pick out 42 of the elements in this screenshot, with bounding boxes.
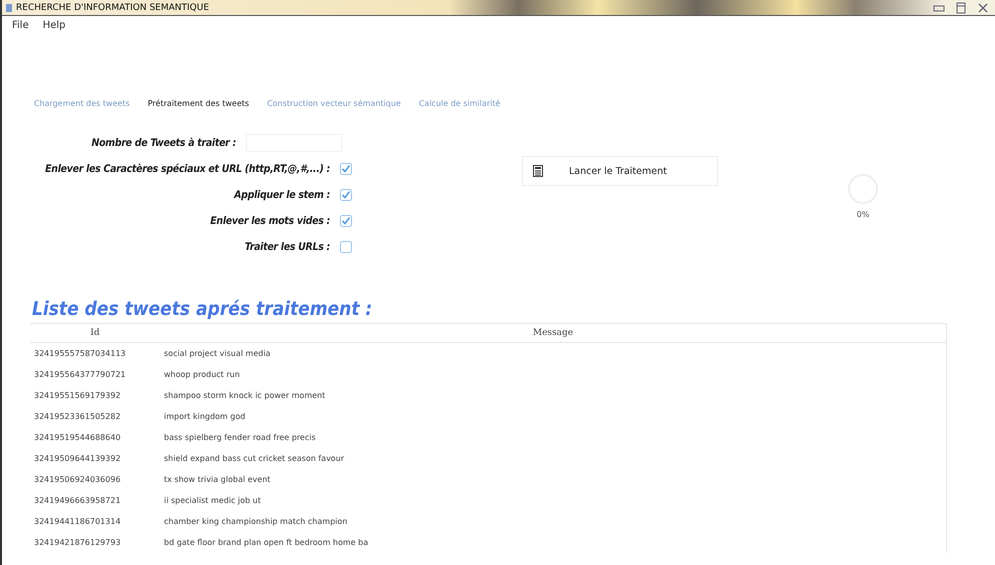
section-heading: Liste des tweets aprés traitement : [32,298,374,320]
maximize-icon[interactable] [955,2,967,14]
message-cell-text: bass spielberg fender road free precis [164,433,317,442]
menu-item[interactable]: Help [42,20,66,31]
id-cell-text: 32419496663958721 [33,496,122,505]
id-cell-text: 32419421876129793 [33,538,122,547]
message-cell-text: bd gate floor brand plan open ft bedroom home ba [164,538,370,547]
tab[interactable]: Prétraitement des tweets [148,99,250,108]
progress-reading: 0% [856,210,870,219]
checkbox[interactable] [340,189,352,201]
id-cell-text: 32419509644139392 [33,454,122,463]
id-cell-text: 324195564377790721 [33,370,127,379]
message-cell-text: chamber king championship match champion [164,517,348,526]
id-cell-text: 32419523361505282 [33,412,122,421]
id-cell-text: 32419506924036096 [33,475,122,484]
message-cell-text: import kingdom god [164,412,246,421]
checkbox[interactable] [340,215,352,227]
column-header[interactable]: Id [30,328,160,338]
field-label: Nombre de Tweets à traiter : [92,137,236,149]
column-header[interactable]: Message [160,328,946,338]
checkbox[interactable] [340,163,352,175]
message-cell-text: shampoo storm knock ic power moment [164,391,326,400]
message-cell-text: whoop product run [164,370,241,379]
id-cell-text: 32419441186701314 [33,517,122,526]
close-icon[interactable] [977,2,989,14]
app-icon [6,4,12,12]
option-label: Enlever les Caractères spéciaux et URL (http,RT,@,#,...) : [45,163,330,175]
option-label: Appliquer le stem : [234,189,330,201]
id-cell-text: 324195557587034113 [33,349,127,358]
minimize-icon[interactable] [933,2,945,12]
window-title: RECHERCHE D'INFORMATION SEMANTIQUE [16,2,210,12]
message-cell-text: tx show trivia global event [164,475,272,484]
id-cell-text: 32419519544688640 [33,433,122,442]
id-cell-text: 32419551569179392 [33,391,122,400]
message-cell-text: shield expand bass cut cricket season favour [164,454,346,463]
message-cell-text: social project visual media [164,349,272,358]
option-label: Enlever les mots vides : [210,215,330,227]
run-button[interactable]: Lancer le Traitement [522,156,718,186]
menu-item[interactable]: File [12,20,29,31]
option-label: Traiter les URLs : [244,241,330,253]
message-cell-text: ii specialist medic job ut [164,496,262,505]
checkbox[interactable] [340,241,352,253]
